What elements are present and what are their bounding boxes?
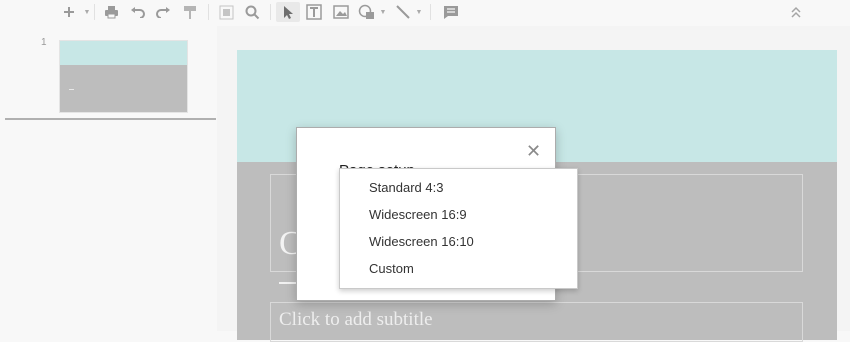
- toolbar-separator: [208, 4, 209, 20]
- textbox-button[interactable]: [304, 2, 324, 22]
- comment-icon: [444, 5, 458, 19]
- toolbar-separator: [94, 4, 95, 20]
- toolbar-separator: [270, 4, 271, 20]
- shape-dropdown-button[interactable]: ▼: [379, 2, 387, 22]
- shape-icon: [358, 4, 374, 19]
- line-dropdown-button[interactable]: ▼: [415, 2, 423, 22]
- close-icon[interactable]: ✕: [526, 142, 541, 160]
- image-icon: [333, 5, 349, 19]
- menu-item-custom[interactable]: Custom: [340, 255, 577, 282]
- redo-button[interactable]: [153, 2, 173, 22]
- print-icon: [104, 6, 118, 19]
- subtitle-placeholder-text: Click to add subtitle: [279, 309, 433, 330]
- collapse-toolbar-button[interactable]: [786, 2, 806, 22]
- menu-item-standard-4-3[interactable]: Standard 4:3: [340, 174, 577, 201]
- undo-icon: [130, 7, 145, 18]
- slide-thumbnail[interactable]: [59, 40, 188, 113]
- image-button[interactable]: [331, 2, 351, 22]
- toolbar-separator: [430, 4, 431, 20]
- fit-icon: [219, 5, 233, 19]
- comment-button[interactable]: [440, 2, 462, 22]
- menu-item-widescreen-16-10[interactable]: Widescreen 16:10: [340, 228, 577, 255]
- undo-button[interactable]: [127, 2, 147, 22]
- fit-button[interactable]: [216, 2, 236, 22]
- slide-number: 1: [41, 37, 47, 48]
- shape-button[interactable]: [356, 2, 378, 22]
- textbox-icon: [306, 4, 322, 20]
- line-icon: [396, 5, 410, 19]
- select-icon: [283, 5, 293, 19]
- redo-icon: [155, 7, 170, 18]
- toolbar: ▼ ▼ ▼: [0, 0, 850, 26]
- add-button[interactable]: [58, 2, 80, 22]
- select-button[interactable]: [276, 2, 300, 22]
- menu-item-widescreen-16-9[interactable]: Widescreen 16:9: [340, 201, 577, 228]
- add-icon: [64, 7, 74, 17]
- zoom-icon: [245, 5, 259, 19]
- paint-format-button[interactable]: [180, 2, 200, 22]
- filmstrip-divider: [5, 118, 216, 120]
- thumbnail-bottom-band: [60, 65, 187, 112]
- subtitle-placeholder[interactable]: Click to add subtitle: [270, 302, 803, 342]
- paint-format-icon: [184, 5, 196, 19]
- collapse-icon: [791, 6, 801, 18]
- add-dropdown-button[interactable]: ▼: [82, 2, 92, 22]
- page-size-menu: Standard 4:3 Widescreen 16:9 Widescreen …: [339, 168, 578, 289]
- thumbnail-top-band: [60, 41, 187, 65]
- line-button[interactable]: [392, 2, 414, 22]
- thumbnail-title-underline: [69, 89, 74, 90]
- zoom-button[interactable]: [242, 2, 262, 22]
- filmstrip: 1: [0, 26, 216, 331]
- print-button[interactable]: [101, 2, 121, 22]
